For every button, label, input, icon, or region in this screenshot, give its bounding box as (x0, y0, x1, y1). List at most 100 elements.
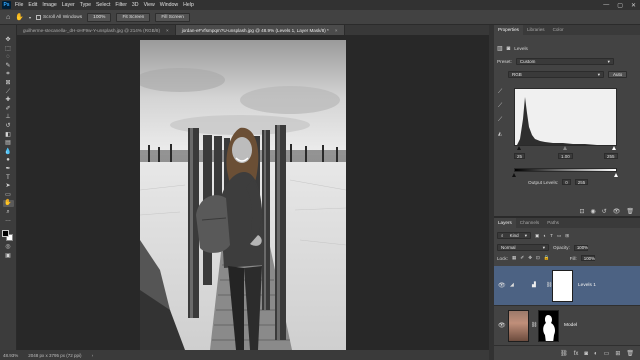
zoom-100-button[interactable]: 100% (87, 12, 112, 22)
output-black-value[interactable]: 0 (562, 179, 571, 185)
clone-stamp-tool-icon[interactable]: ⊥ (3, 114, 14, 121)
lock-all-icon[interactable]: 🔒 (544, 255, 550, 261)
new-adjustment-icon[interactable]: ◐ (594, 351, 598, 357)
input-black-value[interactable]: 25 (514, 153, 526, 159)
menu-file[interactable]: File (15, 2, 23, 8)
pen-tool-icon[interactable]: ✒ (3, 166, 14, 173)
hand-tool-icon[interactable]: ✋ (15, 13, 24, 21)
filter-type-icon[interactable]: T (550, 233, 553, 238)
tab-channels[interactable]: Channels (516, 218, 543, 228)
input-white-slider[interactable] (612, 146, 616, 150)
menu-filter[interactable]: Filter (115, 2, 127, 8)
foreground-color-swatch[interactable] (2, 230, 9, 238)
status-arrow-icon[interactable]: › (92, 353, 94, 358)
mask-link-icon[interactable]: ⛓ (531, 322, 537, 328)
more-tools-icon[interactable]: … (3, 217, 14, 224)
close-tab-icon[interactable]: × (166, 28, 169, 33)
input-black-slider[interactable] (517, 146, 521, 150)
gradient-tool-icon[interactable]: ▤ (3, 140, 14, 147)
gray-point-eyedropper-icon[interactable]: ⟋ (498, 103, 502, 110)
layer-mask-thumbnail[interactable] (538, 310, 559, 342)
document-tab-active[interactable]: jordan-eFVfsmpqm?U-unsplash.jpg @ 48.9% … (175, 25, 345, 35)
new-layer-icon[interactable]: ⊞ (615, 350, 620, 357)
scroll-all-windows-checkbox[interactable] (35, 14, 41, 20)
visibility-eye-icon[interactable]: 👁 (498, 322, 506, 329)
menu-layer[interactable]: Layer (62, 2, 75, 8)
layer-name[interactable]: Model (564, 323, 577, 328)
close-window-button[interactable]: ✕ (631, 2, 636, 9)
eyedropper-tool-icon[interactable]: ⟋ (3, 89, 14, 96)
preset-dropdown[interactable]: Custom ▾ (515, 58, 614, 65)
lock-position-icon[interactable]: ✥ (528, 255, 532, 261)
filter-shape-icon[interactable]: ▭ (557, 233, 561, 239)
home-icon[interactable]: ⌂ (6, 14, 10, 21)
input-gamma-value[interactable]: 1.00 (558, 153, 573, 159)
menu-edit[interactable]: Edit (28, 2, 37, 8)
menu-help[interactable]: Help (183, 2, 194, 8)
channel-dropdown[interactable]: RGB ▾ (508, 71, 604, 78)
view-previous-icon[interactable]: ◉ (590, 208, 595, 215)
output-white-value[interactable]: 255 (574, 179, 589, 185)
menu-image[interactable]: Image (42, 2, 56, 8)
filter-adjustment-icon[interactable]: ◐ (543, 233, 546, 238)
menu-type[interactable]: Type (80, 2, 91, 8)
tab-paths[interactable]: Paths (543, 218, 563, 228)
filter-smart-object-icon[interactable]: ⊞ (565, 233, 569, 239)
maximize-button[interactable]: ▢ (617, 2, 623, 9)
layer-mask-icon[interactable]: ◙ (507, 46, 511, 52)
crop-tool-icon[interactable]: ⌗ (3, 71, 14, 78)
zoom-tool-icon[interactable]: ⌕ (3, 209, 14, 216)
layer-filter-dropdown[interactable]: ⌕ Kind ▾ (497, 232, 531, 239)
document-image[interactable] (140, 40, 346, 350)
dodge-tool-icon[interactable]: ● (3, 157, 14, 164)
menu-view[interactable]: View (144, 2, 155, 8)
history-brush-tool-icon[interactable]: ↺ (3, 123, 14, 130)
move-tool-icon[interactable]: ✥ (3, 37, 14, 44)
trash-icon[interactable]: 🗑 (626, 350, 634, 357)
layer-thumbnail[interactable] (508, 310, 529, 342)
white-point-eyedropper-icon[interactable]: ⟋ (498, 117, 502, 124)
layer-mask-thumbnail[interactable] (552, 270, 573, 302)
new-group-icon[interactable]: ▭ (604, 350, 610, 357)
opacity-input[interactable]: 100% (573, 244, 588, 251)
document-tab-inactive[interactable]: guilherme-stecanella-_dH-oHF9w-Y-unsplas… (17, 25, 176, 35)
brush-tool-icon[interactable]: ✐ (3, 106, 14, 113)
auto-button[interactable]: Auto (608, 71, 628, 78)
eraser-tool-icon[interactable]: ◧ (3, 132, 14, 139)
visibility-eye-icon[interactable]: 👁 (498, 282, 506, 289)
healing-brush-tool-icon[interactable]: ✚ (3, 97, 14, 104)
type-tool-icon[interactable]: T (3, 175, 14, 182)
close-tab-icon[interactable]: × (335, 28, 338, 33)
lock-pixels-icon[interactable]: ✐ (520, 255, 524, 261)
tab-libraries[interactable]: Libraries (523, 25, 549, 35)
marquee-tool-icon[interactable]: ⬚ (3, 46, 14, 53)
add-mask-icon[interactable]: ◙ (584, 351, 588, 357)
zoom-level[interactable]: 48.93% (3, 353, 18, 358)
filter-pixel-icon[interactable]: ▣ (535, 233, 539, 239)
lasso-tool-icon[interactable]: ◌ (3, 54, 14, 61)
blend-mode-dropdown[interactable]: Normal ▾ (497, 244, 549, 251)
visibility-icon[interactable]: 👁 (613, 208, 621, 215)
black-point-eyedropper-icon[interactable]: ⟋ (498, 89, 502, 96)
blur-tool-icon[interactable]: 💧 (3, 149, 14, 156)
lock-transparent-icon[interactable]: ▦ (512, 255, 516, 261)
path-select-tool-icon[interactable]: ➤ (3, 183, 14, 190)
layer-row-levels[interactable]: 👁 ◢ ▟ ⛓ Levels 1 (494, 266, 640, 306)
quick-select-tool-icon[interactable]: ✎ (3, 63, 14, 70)
color-swatches[interactable] (2, 230, 14, 242)
tab-properties[interactable]: Properties (494, 25, 523, 35)
hand-tool-icon-selected[interactable]: ✋ (2, 200, 14, 207)
clip-to-layer-icon[interactable]: ⊡ (579, 208, 584, 215)
screen-mode-icon[interactable]: ▣ (3, 253, 14, 260)
fit-screen-button[interactable]: Fit Screen (116, 12, 151, 22)
rectangle-tool-icon[interactable]: ▭ (3, 192, 14, 199)
chevron-down-icon[interactable]: ▾ (29, 15, 31, 20)
menu-select[interactable]: Select (96, 2, 110, 8)
fill-screen-button[interactable]: Fill Screen (155, 12, 190, 22)
link-layers-icon[interactable]: ⛓ (560, 350, 568, 357)
lock-artboard-icon[interactable]: ⊡ (536, 255, 540, 261)
tab-color[interactable]: Color (549, 25, 568, 35)
trash-icon[interactable]: 🗑 (626, 208, 634, 215)
scroll-all-windows-option[interactable]: Scroll All Windows (35, 14, 82, 20)
output-white-slider[interactable] (614, 173, 618, 177)
